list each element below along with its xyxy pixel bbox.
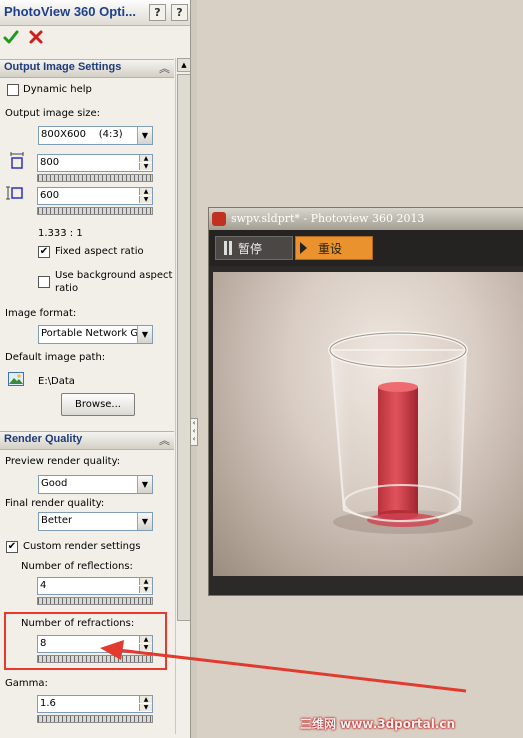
watermark-text: 三维网 www.3dportal.cn — [300, 717, 456, 731]
annotation-arrow — [100, 640, 467, 693]
